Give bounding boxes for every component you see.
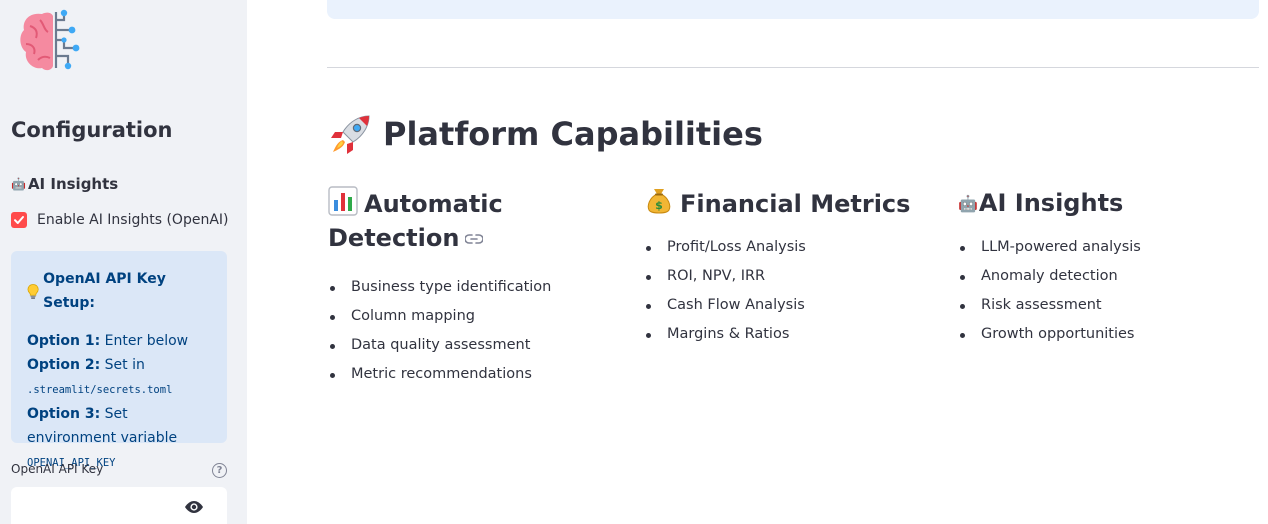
- api-key-label: OpenAI API Key: [11, 462, 104, 476]
- financial-metrics-column: $ Financial Metrics Profit/Loss Analysis…: [644, 186, 934, 349]
- list-item: Anomaly detection: [958, 262, 1248, 291]
- list-item: Profit/Loss Analysis: [644, 233, 934, 262]
- enable-ai-insights-label[interactable]: Enable AI Insights (OpenAI): [37, 212, 229, 228]
- robot-face-icon: 🤖: [958, 194, 978, 213]
- list-item: Column mapping: [328, 302, 618, 331]
- list-item: Margins & Ratios: [644, 320, 934, 349]
- api-key-setup-info-box: OpenAI API Key Setup: Option 1: Enter be…: [11, 251, 227, 469]
- automatic-detection-heading: Automatic Detection: [328, 186, 618, 255]
- info-box-header: OpenAI API Key Setup:: [27, 267, 211, 315]
- financial-metrics-list: Profit/Loss Analysis ROI, NPV, IRR Cash …: [644, 233, 934, 349]
- horizontal-divider: [327, 67, 1259, 68]
- option-1-label: Option 1:: [27, 333, 101, 349]
- enable-ai-insights-checkbox-row[interactable]: Enable AI Insights (OpenAI): [11, 212, 229, 228]
- automatic-detection-list: Business type identification Column mapp…: [328, 273, 618, 389]
- rocket-icon: [331, 115, 370, 154]
- list-item: Cash Flow Analysis: [644, 291, 934, 320]
- help-icon[interactable]: ?: [212, 463, 227, 478]
- option-2-text: Set in: [100, 357, 145, 373]
- list-item: Growth opportunities: [958, 320, 1248, 349]
- platform-capabilities-title: Platform Capabilities: [383, 115, 763, 153]
- enable-ai-insights-checkbox[interactable]: [11, 212, 27, 228]
- platform-capabilities-heading: Platform Capabilities: [329, 112, 763, 156]
- money-bag-icon: $: [647, 189, 671, 214]
- top-info-box: [327, 0, 1259, 19]
- option-2-code-line: .streamlit/secrets.toml: [27, 377, 211, 402]
- secrets-path-code: .streamlit/secrets.toml: [27, 384, 173, 396]
- option-1-text: Enter below: [100, 333, 189, 349]
- list-item: Risk assessment: [958, 291, 1248, 320]
- eye-icon[interactable]: [183, 499, 205, 515]
- sidebar: Configuration 🤖 AI Insights Enable AI In…: [0, 0, 247, 524]
- ai-insights-section-title: 🤖 AI Insights: [11, 175, 118, 193]
- bar-chart-icon: [328, 186, 358, 216]
- ai-insights-list: LLM-powered analysis Anomaly detection R…: [958, 233, 1248, 349]
- checkmark-icon: [14, 216, 24, 224]
- ai-insights-title: AI Insights: [978, 189, 1124, 217]
- option-2-label: Option 2:: [27, 357, 101, 373]
- svg-text:$: $: [655, 199, 663, 212]
- automatic-detection-column: Automatic Detection Business type identi…: [328, 186, 618, 389]
- ai-insights-label: AI Insights: [27, 175, 119, 193]
- list-item: Data quality assessment: [328, 331, 618, 360]
- app: Configuration 🤖 AI Insights Enable AI In…: [0, 0, 1268, 524]
- list-item: ROI, NPV, IRR: [644, 262, 934, 291]
- configuration-title: Configuration: [11, 118, 173, 142]
- brain-circuit-logo: [20, 9, 80, 71]
- lightbulb-icon: [27, 283, 39, 299]
- financial-metrics-heading: $ Financial Metrics: [644, 186, 934, 221]
- link-icon[interactable]: [465, 234, 484, 244]
- ai-insights-column: 🤖AI Insights LLM-powered analysis Anomal…: [958, 186, 1248, 349]
- list-item: Metric recommendations: [328, 360, 618, 389]
- info-box-title: OpenAI API Key Setup:: [43, 271, 166, 311]
- ai-insights-heading: 🤖AI Insights: [958, 186, 1248, 221]
- financial-metrics-title: Financial Metrics: [680, 190, 911, 218]
- list-item: Business type identification: [328, 273, 618, 302]
- list-item: LLM-powered analysis: [958, 233, 1248, 262]
- option-2-line: Option 2: Set in: [27, 353, 211, 377]
- robot-face-icon: 🤖: [11, 177, 26, 191]
- option-1-line: Option 1: Enter below: [27, 329, 211, 353]
- option-3-label: Option 3:: [27, 406, 101, 422]
